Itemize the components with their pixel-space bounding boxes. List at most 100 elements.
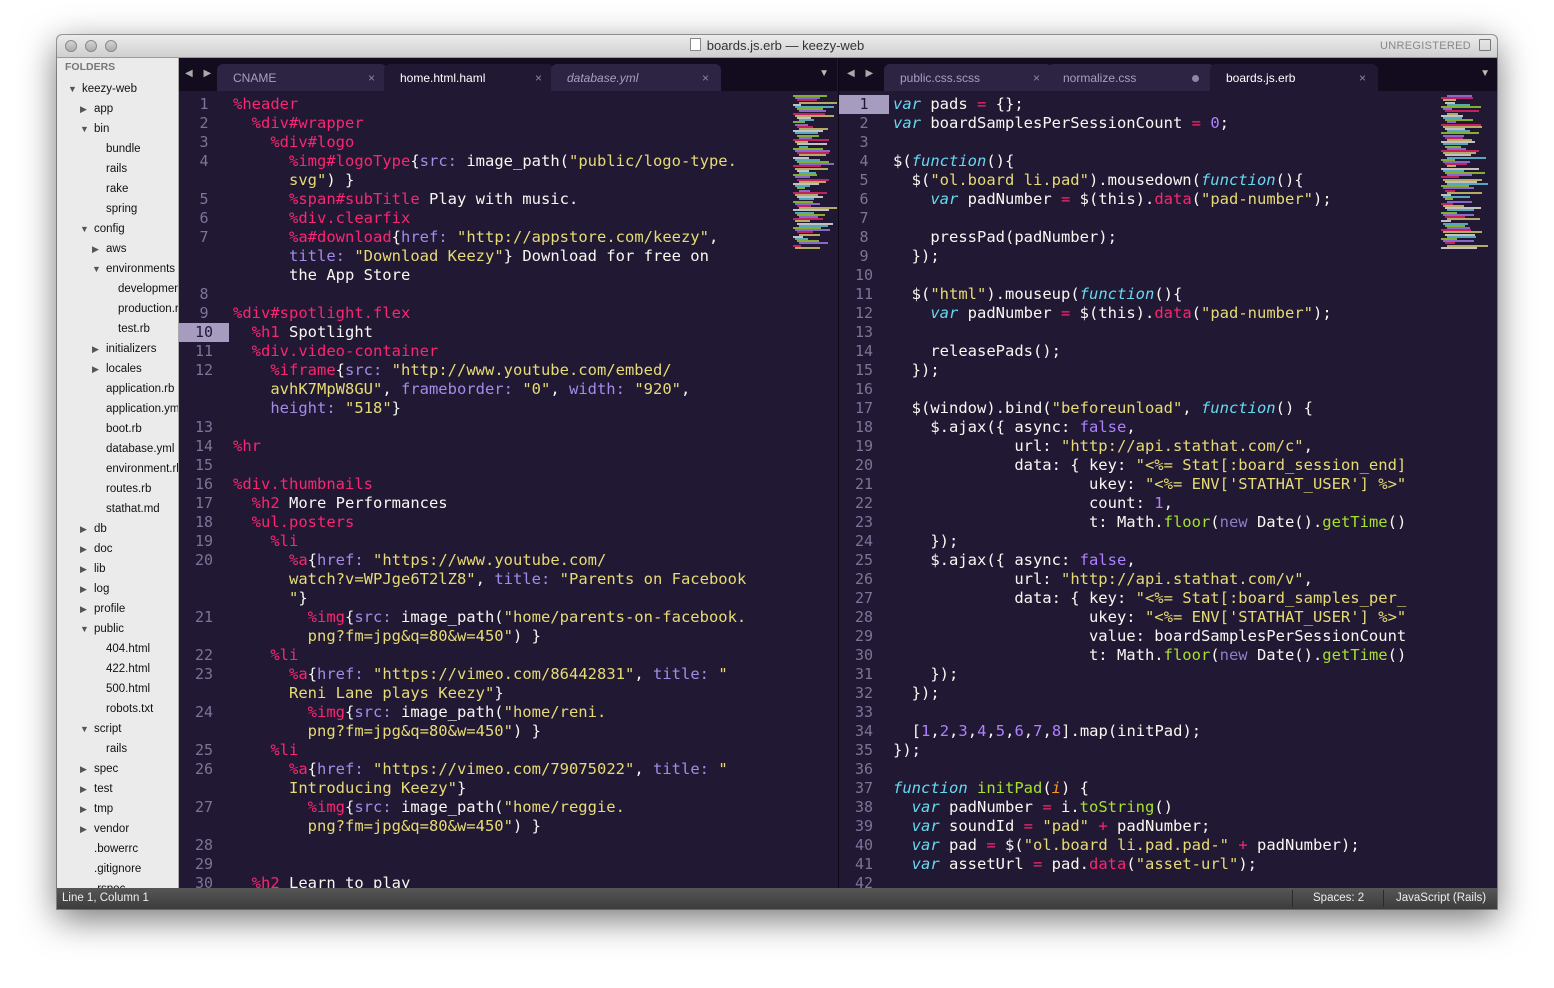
sidebar-folder-item[interactable]: ▼ bin xyxy=(57,119,178,139)
editor-tab[interactable]: normalize.css xyxy=(1047,64,1215,91)
disclosure-open-icon[interactable]: ▼ xyxy=(80,619,89,639)
disclosure-closed-icon[interactable]: ▶ xyxy=(92,359,99,379)
code-line: 5 %span#subTitle Play with music. xyxy=(179,190,837,209)
sidebar-file-item[interactable]: application.rb xyxy=(57,379,178,399)
sidebar-file-item[interactable]: stathat.md xyxy=(57,499,178,519)
disclosure-open-icon[interactable]: ▼ xyxy=(80,219,89,239)
code-text: png?fm=jpg&q=80&w=450") } xyxy=(307,627,541,645)
sidebar-folder-item[interactable]: ▼ public xyxy=(57,619,178,639)
disclosure-closed-icon[interactable]: ▶ xyxy=(80,579,87,599)
code-line: 27 data: { key: "<%= Stat[:board_samples… xyxy=(839,589,1497,608)
disclosure-closed-icon[interactable]: ▶ xyxy=(80,819,87,839)
folder-tree: ▼ keezy-web ▶ app ▼ bin bundle rails rake spring ▼… xyxy=(57,79,178,888)
sidebar-file-item[interactable]: production.rb xyxy=(57,299,178,319)
code-text: data: { key: "<%= Stat[:board_session_en… xyxy=(893,456,1407,474)
disclosure-closed-icon[interactable]: ▶ xyxy=(80,779,87,799)
sidebar-file-item[interactable]: development.rb xyxy=(57,279,178,299)
sidebar-folder-item[interactable]: ▶ log xyxy=(57,579,178,599)
right-minimap[interactable] xyxy=(1441,95,1488,295)
disclosure-closed-icon[interactable]: ▶ xyxy=(80,799,87,819)
sidebar-file-item[interactable]: rails xyxy=(57,739,178,759)
sidebar-folder-item[interactable]: ▼ script xyxy=(57,719,178,739)
disclosure-open-icon[interactable]: ▼ xyxy=(68,79,77,99)
status-bar: Line 1, Column 1 Spaces: 2 JavaScript (R… xyxy=(57,888,1497,909)
sidebar-folder-item[interactable]: ▶ spec xyxy=(57,759,178,779)
sidebar-folder-item[interactable]: ▼ keezy-web xyxy=(57,79,178,99)
line-number: 12 xyxy=(194,361,214,379)
code-text: }); xyxy=(893,741,921,759)
disclosure-open-icon[interactable]: ▼ xyxy=(80,719,89,739)
sidebar-folder-item[interactable]: ▼ environments xyxy=(57,259,178,279)
right-editor-pane: ◀ ▶ public.css.scss × normalize.css boards.… xyxy=(838,58,1497,888)
close-tab-icon[interactable]: × xyxy=(1359,64,1366,92)
disclosure-closed-icon[interactable]: ▶ xyxy=(80,559,87,579)
tab-nav-arrows-icon[interactable]: ◀ ▶ xyxy=(185,68,215,79)
disclosure-closed-icon[interactable]: ▶ xyxy=(92,339,99,359)
sidebar-folder-item[interactable]: ▶ vendor xyxy=(57,819,178,839)
sidebar-folder-item[interactable]: ▶ test xyxy=(57,779,178,799)
sidebar-folder-item[interactable]: ▶ initializers xyxy=(57,339,178,359)
sidebar-file-item[interactable]: rails xyxy=(57,159,178,179)
left-code-editor[interactable]: 1 %header 2 %div#wrapper 3 %div#logo 4 %img#… xyxy=(179,95,837,888)
editor-tab[interactable]: home.html.haml × xyxy=(384,64,554,91)
close-tab-icon[interactable]: × xyxy=(1033,64,1040,92)
disclosure-closed-icon[interactable]: ▶ xyxy=(80,759,87,779)
sidebar-file-item[interactable]: robots.txt xyxy=(57,699,178,719)
editor-tab[interactable]: database.yml × xyxy=(551,64,721,91)
sidebar-file-item[interactable]: environment.rb xyxy=(57,459,178,479)
editor-tab[interactable]: public.css.scss × xyxy=(884,64,1052,91)
sidebar-folder-item[interactable]: ▶ db xyxy=(57,519,178,539)
disclosure-open-icon[interactable]: ▼ xyxy=(92,259,101,279)
disclosure-closed-icon[interactable]: ▶ xyxy=(80,599,87,619)
sidebar-file-item[interactable]: spring xyxy=(57,199,178,219)
sidebar-folder-item[interactable]: ▶ aws xyxy=(57,239,178,259)
line-number: 24 xyxy=(854,532,874,550)
sidebar-file-item[interactable]: boot.rb xyxy=(57,419,178,439)
fullscreen-icon[interactable] xyxy=(1479,39,1491,51)
sidebar-file-item[interactable]: 500.html xyxy=(57,679,178,699)
line-number: 9 xyxy=(859,247,869,265)
indentation-setting[interactable]: Spaces: 2 xyxy=(1313,888,1364,909)
sidebar-file-item[interactable]: database.yml xyxy=(57,439,178,459)
code-line: 12 var padNumber = $(this).data("pad-num… xyxy=(839,304,1497,323)
disclosure-closed-icon[interactable]: ▶ xyxy=(80,99,87,119)
close-tab-icon[interactable]: × xyxy=(535,64,542,92)
code-line: 20 data: { key: "<%= Stat[:board_session… xyxy=(839,456,1497,475)
left-minimap[interactable] xyxy=(793,95,837,295)
sidebar-folder-item[interactable]: ▶ app xyxy=(57,99,178,119)
sidebar-file-item[interactable]: .gitignore xyxy=(57,859,178,879)
sidebar-folder-item[interactable]: ▶ locales xyxy=(57,359,178,379)
code-text: %div.thumbnails xyxy=(233,475,373,493)
sidebar-file-item[interactable]: routes.rb xyxy=(57,479,178,499)
sidebar-folder-item[interactable]: ▼ config xyxy=(57,219,178,239)
sidebar-folder-item[interactable]: ▶ lib xyxy=(57,559,178,579)
editor-tab[interactable]: boards.js.erb × xyxy=(1210,64,1378,91)
sidebar-file-item[interactable]: .rspec xyxy=(57,879,178,888)
sidebar-file-item[interactable]: application.yml xyxy=(57,399,178,419)
sidebar-file-item[interactable]: 404.html xyxy=(57,639,178,659)
disclosure-open-icon[interactable]: ▼ xyxy=(80,119,89,139)
editor-tab[interactable]: CNAME × xyxy=(217,64,387,91)
sidebar-folder-item[interactable]: ▶ profile xyxy=(57,599,178,619)
close-tab-icon[interactable]: × xyxy=(702,64,709,92)
line-number: 4 xyxy=(199,152,209,170)
code-line: 6 %div.clearfix xyxy=(179,209,837,228)
sidebar-file-item[interactable]: test.rb xyxy=(57,319,178,339)
sidebar-file-item[interactable]: rake xyxy=(57,179,178,199)
sidebar-file-item[interactable]: bundle xyxy=(57,139,178,159)
disclosure-closed-icon[interactable]: ▶ xyxy=(92,239,99,259)
sidebar-file-item[interactable]: .bowerrc xyxy=(57,839,178,859)
disclosure-closed-icon[interactable]: ▶ xyxy=(80,539,87,559)
sidebar-folder-item[interactable]: ▶ tmp xyxy=(57,799,178,819)
right-code-editor[interactable]: 1 var pads = {}; 2 var boardSamplesPerSessi… xyxy=(839,95,1497,888)
close-tab-icon[interactable]: × xyxy=(368,64,375,92)
sidebar-folder-item[interactable]: ▶ doc xyxy=(57,539,178,559)
disclosure-closed-icon[interactable]: ▶ xyxy=(80,519,87,539)
tab-nav-arrows-icon[interactable]: ◀ ▶ xyxy=(847,68,877,79)
syntax-setting[interactable]: JavaScript (Rails) xyxy=(1396,888,1486,909)
tab-menu-chevron-icon[interactable]: ▼ xyxy=(1480,68,1490,79)
tab-menu-chevron-icon[interactable]: ▼ xyxy=(819,68,829,79)
code-line: 24 %img{src: image_path("home/reni. xyxy=(179,703,837,722)
sidebar-file-item[interactable]: 422.html xyxy=(57,659,178,679)
unsaved-dot-icon[interactable] xyxy=(1192,75,1199,82)
